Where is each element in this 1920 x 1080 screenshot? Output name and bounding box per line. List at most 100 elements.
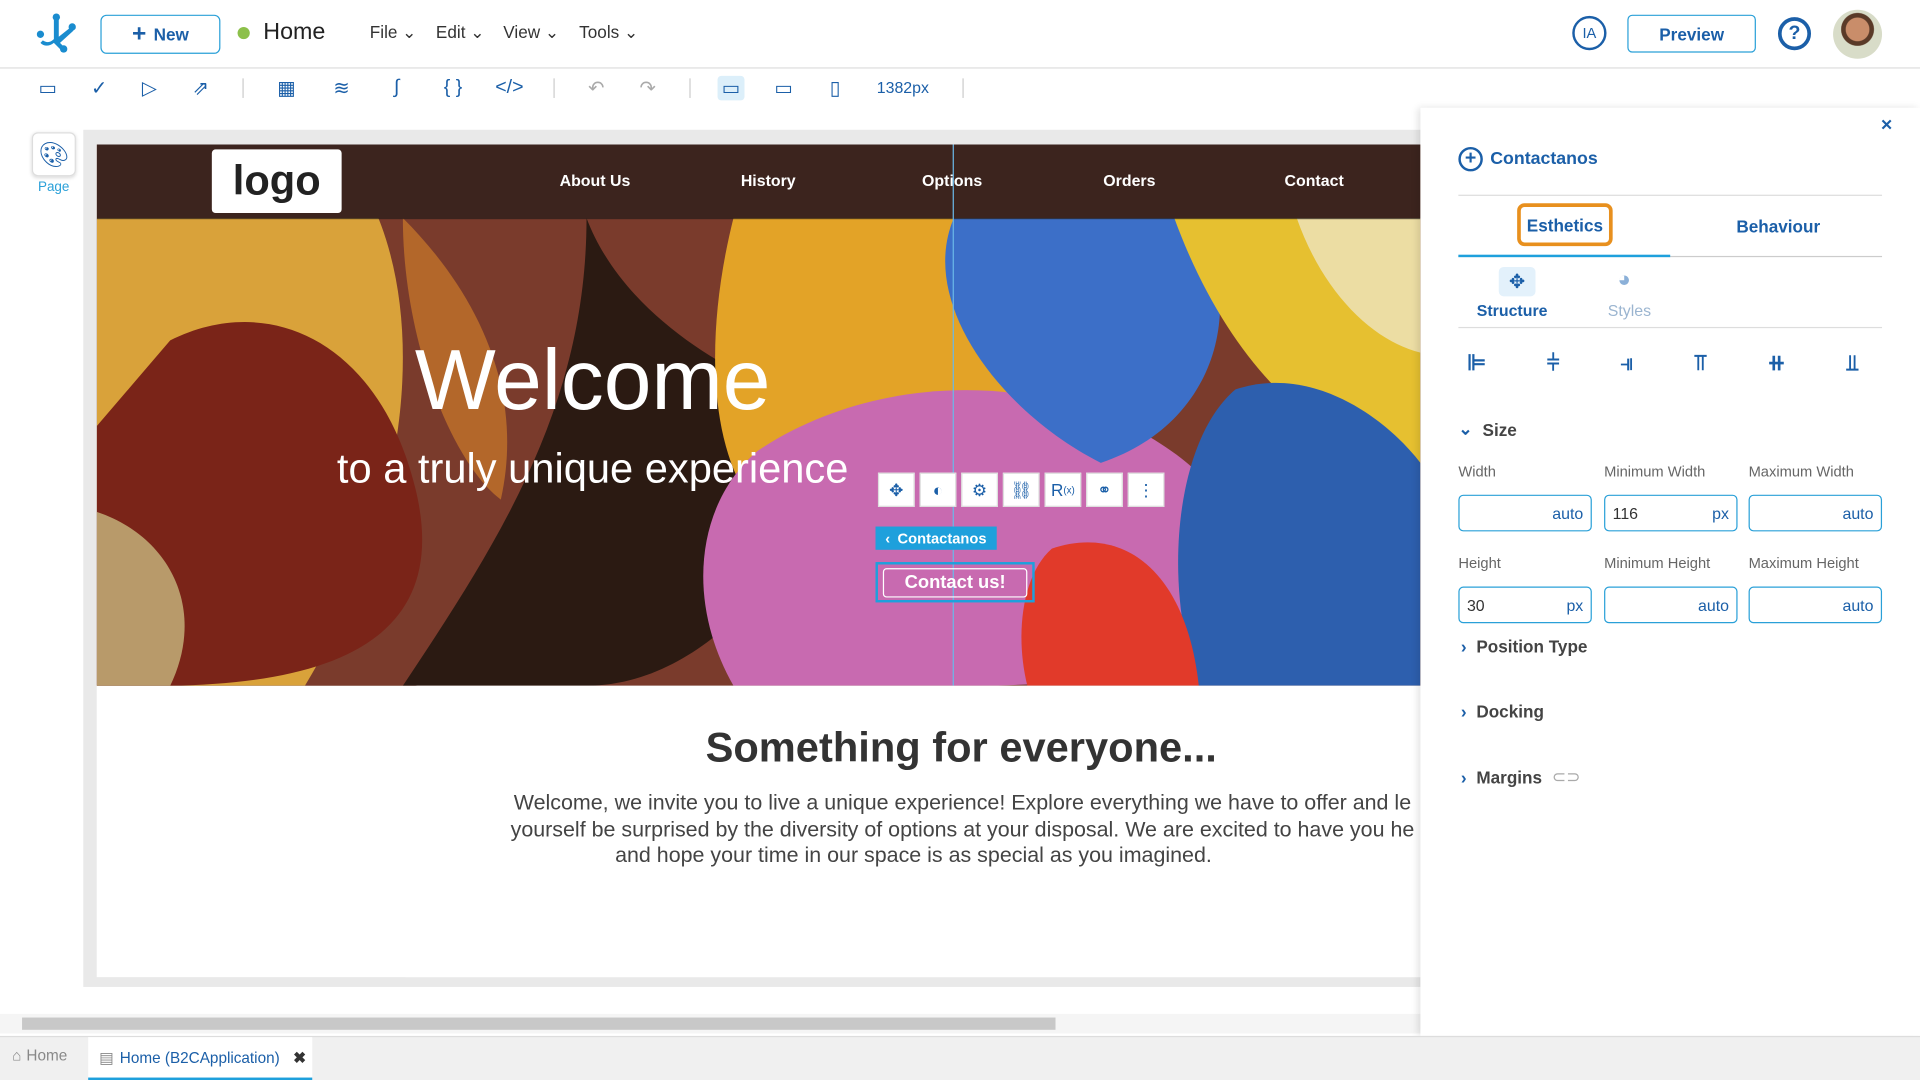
redo-icon[interactable]: ↷ <box>634 76 661 100</box>
user-avatar[interactable] <box>1833 9 1883 59</box>
size-input-height[interactable]: 30 px <box>1458 586 1592 624</box>
align-center-h-icon[interactable]: ⫩ <box>1547 350 1560 376</box>
align-left-icon[interactable]: ⊫ <box>1467 350 1486 376</box>
settings-icon[interactable]: ⚙ <box>961 472 998 507</box>
contact-us-button[interactable]: Contact us! <box>882 567 1028 597</box>
menu-edit[interactable]: Edit ⌄ <box>436 22 485 43</box>
align-bottom-icon[interactable]: ⫫ <box>1846 350 1858 376</box>
preview-button[interactable]: Preview <box>1627 14 1756 53</box>
align-middle-v-icon[interactable]: ⧺ <box>1767 350 1785 376</box>
link-icon: ⊂⊃ <box>1551 766 1581 787</box>
horizontal-scrollbar[interactable] <box>0 1013 1421 1034</box>
size-input-width[interactable]: auto <box>1458 494 1592 532</box>
alignment-toolbar: ⊫ ⫩ ⫣ ⫪ ⧺ ⫫ <box>1467 350 1859 376</box>
subtab-structure[interactable]: Structure <box>1477 301 1548 319</box>
size-input-minimum-width[interactable]: 116 px <box>1604 494 1738 532</box>
component-header: + Contactanos <box>1458 146 1598 172</box>
bottom-tab-home[interactable]: ⌂ Home <box>12 1047 67 1064</box>
field-label: Maximum Width <box>1748 462 1854 481</box>
chevron-down-icon: ⌄ <box>1458 418 1473 439</box>
size-input-maximum-height[interactable]: auto <box>1748 586 1883 624</box>
mobile-view-icon[interactable]: ▯ <box>822 76 849 100</box>
undo-icon[interactable]: ↶ <box>583 76 610 100</box>
hero-title: Welcome <box>414 331 771 428</box>
components-icon[interactable]: ▦ <box>273 76 300 100</box>
scrollbar-thumb[interactable] <box>22 1017 1056 1030</box>
hero-section: logo About Us History Options Orders Con… <box>96 144 1421 686</box>
nav-about-us[interactable]: About Us <box>560 171 631 189</box>
styles-palette-icon[interactable]: ◕ <box>1618 267 1631 293</box>
flow-icon[interactable]: ∫ <box>383 76 410 100</box>
hero-subtitle: to a truly unique experience <box>336 445 849 493</box>
palette-icon[interactable]: ◐ <box>919 472 957 507</box>
field-label: Maximum Height <box>1748 554 1859 572</box>
export-icon[interactable]: ⇗ <box>187 76 214 100</box>
divider <box>553 78 555 98</box>
margins-section[interactable]: › Margins ⊂⊃ <box>1461 767 1581 788</box>
align-top-icon[interactable]: ⫪ <box>1694 350 1706 376</box>
docking-section[interactable]: › Docking <box>1461 702 1544 722</box>
selection-outline: Contact us! <box>875 562 1035 603</box>
code-icon[interactable]: </> <box>495 76 523 100</box>
selected-component-tag[interactable]: ‹ Contactanos <box>875 526 997 550</box>
width-readout: 1382px <box>876 78 929 97</box>
content-card: Something for everyone... Welcome, we in… <box>405 685 1421 978</box>
palette-icon: 🎨︎ <box>38 141 70 169</box>
chevron-right-icon: › <box>1460 636 1467 657</box>
align-right-icon[interactable]: ⫣ <box>1620 350 1633 376</box>
properties-panel: × + Contactanos Esthetics Behaviour ✥ Str… <box>1420 107 1920 1036</box>
save-icon[interactable]: ▭ <box>34 76 61 100</box>
chevron-left-icon: ‹ <box>885 529 891 547</box>
position-type-section[interactable]: › Position Type <box>1461 637 1588 657</box>
play-icon[interactable]: ▷ <box>136 76 163 100</box>
move-icon[interactable]: ✥ <box>877 472 915 507</box>
plus-icon: + <box>131 20 147 48</box>
nav-contact[interactable]: Contact <box>1284 171 1343 189</box>
structure-icon[interactable]: ✥ <box>1498 266 1536 297</box>
menu-file[interactable]: File ⌄ <box>370 22 417 43</box>
braces-icon[interactable]: { } <box>440 76 467 100</box>
desktop-view-icon[interactable]: ▭ <box>717 75 745 101</box>
nav-orders[interactable]: Orders <box>1103 171 1155 189</box>
page-palette-button[interactable]: 🎨︎ <box>31 132 76 177</box>
ai-assistant-icon[interactable]: IA <box>1572 15 1607 51</box>
section-title: Something for everyone... <box>705 724 1217 772</box>
function-icon[interactable]: R (x) <box>1044 472 1082 507</box>
tab-esthetics[interactable]: Esthetics <box>1517 203 1613 247</box>
field-label: Height <box>1458 554 1501 572</box>
link-icon[interactable]: ⛓ <box>1002 472 1040 507</box>
divider <box>689 78 691 98</box>
close-tab-icon: ✖ <box>293 1049 307 1067</box>
connections-icon[interactable]: ⚭ <box>1086 472 1123 507</box>
menu-view[interactable]: View ⌄ <box>503 22 559 43</box>
tab-behaviour[interactable]: Behaviour <box>1736 217 1820 237</box>
chevron-right-icon: › <box>1460 701 1467 722</box>
field-label: Minimum Width <box>1604 462 1706 481</box>
more-icon[interactable]: ⋮ <box>1127 472 1165 507</box>
bottom-tab-home-b2c[interactable]: ▤ Home (B2CApplication) ✖ <box>88 1037 313 1080</box>
tablet-view-icon[interactable]: ▭ <box>770 76 797 100</box>
menu-tools[interactable]: Tools ⌄ <box>579 22 638 43</box>
size-input-maximum-width[interactable]: auto <box>1748 494 1883 532</box>
add-circle-icon: + <box>1458 146 1483 172</box>
page-icon: ▤ <box>99 1049 114 1067</box>
home-icon: ⌂ <box>12 1046 22 1065</box>
chevron-right-icon: › <box>1460 767 1467 787</box>
component-toolbar: ✥ ◐ ⚙ ⛓ R (x) ⚭ ⋮ <box>877 472 1165 507</box>
subtab-styles[interactable]: Styles <box>1608 301 1651 319</box>
check-icon[interactable]: ✓ <box>86 76 113 100</box>
close-icon[interactable]: × <box>1881 115 1892 137</box>
divider <box>962 78 964 98</box>
status-dot <box>237 26 250 40</box>
size-section-header[interactable]: ⌄ Size <box>1458 419 1516 440</box>
help-icon[interactable]: ? <box>1777 17 1812 51</box>
layers-icon[interactable]: ≋ <box>328 76 355 100</box>
bottom-tab-bar: ⌂ Home ▤ Home (B2CApplication) ✖ <box>0 1035 1920 1080</box>
page-label: Page <box>37 180 70 195</box>
size-input-minimum-height[interactable]: auto <box>1604 586 1738 624</box>
app-logo-icon[interactable] <box>36 12 76 54</box>
divider <box>242 78 244 98</box>
site-logo[interactable]: logo <box>211 149 342 214</box>
nav-history[interactable]: History <box>741 171 796 189</box>
new-button[interactable]: + New <box>100 14 221 54</box>
